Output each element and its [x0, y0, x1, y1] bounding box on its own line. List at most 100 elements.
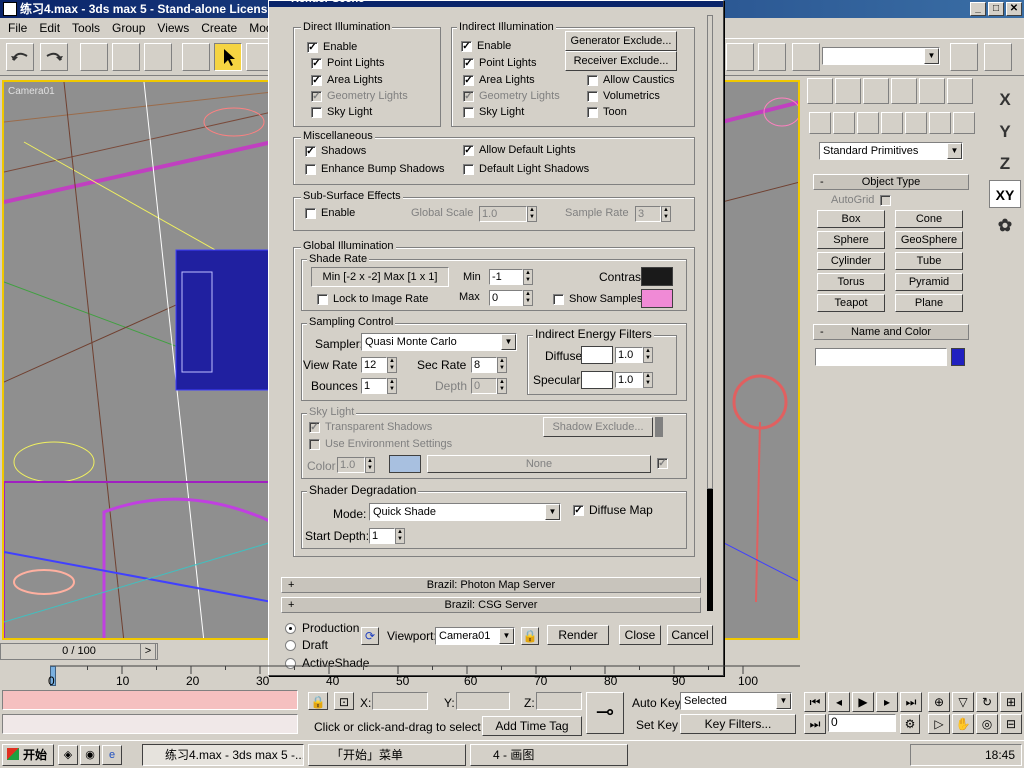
cylinder-button[interactable]: Cylinder	[817, 252, 885, 270]
name-color-rollout[interactable]: - Name and Color	[813, 324, 969, 340]
shadows-checkbox[interactable]: ✓ Shadows	[305, 145, 366, 157]
axis-z-button[interactable]: Z	[989, 150, 1021, 178]
z-coord-field[interactable]	[536, 692, 582, 710]
indirect-area-lights-checkbox[interactable]: ✓ Area Lights	[463, 74, 535, 86]
geometry-icon[interactable]	[809, 112, 831, 134]
render-button[interactable]: Render	[547, 625, 609, 645]
menu-edit[interactable]: Edit	[33, 18, 66, 38]
menu-group[interactable]: Group	[106, 18, 151, 38]
samples-color-swatch[interactable]	[641, 289, 673, 308]
mode-dropdown[interactable]: Quick Shade ▼	[369, 503, 561, 521]
teapot-button[interactable]: Teapot	[817, 294, 885, 312]
close-button[interactable]: ✕	[1006, 2, 1022, 16]
max-spinner[interactable]: 0 ▲ ▼	[489, 290, 533, 306]
named-selection-dropdown[interactable]: ▼	[822, 47, 940, 65]
global-scale-spinner[interactable]: 1.0 ▲ ▼	[479, 206, 537, 222]
material-editor-icon[interactable]	[758, 43, 786, 71]
category-dropdown[interactable]: Standard Primitives ▼	[819, 142, 963, 160]
absolute-mode-icon[interactable]: ⊡	[334, 692, 354, 710]
orbit-icon[interactable]: ↻	[976, 692, 998, 712]
toon-checkbox[interactable]: Toon	[587, 106, 627, 118]
start-button[interactable]: 开始	[2, 744, 54, 766]
sphere-button[interactable]: Sphere	[817, 231, 885, 249]
play-icon[interactable]: ▶	[852, 692, 874, 712]
task-start-menu[interactable]: 「开始」菜单	[308, 744, 466, 766]
next-key-icon[interactable]: ▸	[876, 692, 898, 712]
motion-tab-icon[interactable]	[891, 78, 917, 104]
view-rate-spinner[interactable]: 12 ▲ ▼	[361, 357, 397, 373]
spacewarps-icon[interactable]	[929, 112, 951, 134]
sampler-dropdown[interactable]: Quasi Monte Carlo ▼	[361, 333, 517, 351]
prev-frame-icon[interactable]: ◂	[828, 692, 850, 712]
sky-map-checkbox[interactable]: ✓	[657, 458, 673, 469]
task-3dsmax[interactable]: 练习4.max - 3ds max 5 -...	[142, 744, 304, 766]
csg-server-rollout[interactable]: + Brazil: CSG Server	[281, 597, 701, 613]
draft-radio[interactable]: Draft	[285, 638, 328, 652]
array-icon[interactable]	[984, 43, 1012, 71]
create-tab-icon[interactable]	[807, 78, 833, 104]
axis-x-button[interactable]: X	[989, 86, 1021, 114]
bounces-spinner[interactable]: 1 ▲ ▼	[361, 378, 397, 394]
go-to-start-icon[interactable]: ⏮	[804, 692, 826, 712]
select-object-icon[interactable]	[214, 43, 242, 71]
allow-caustics-checkbox[interactable]: Allow Caustics	[587, 74, 675, 86]
indirect-geometry-lights-checkbox[interactable]: ✓ Geometry Lights	[463, 90, 560, 102]
unlink-icon[interactable]	[112, 43, 140, 71]
indirect-point-lights-checkbox[interactable]: ✓ Point Lights	[463, 57, 536, 69]
indirect-sky-light-checkbox[interactable]: Sky Light	[463, 106, 524, 118]
close-dialog-button[interactable]: Close	[619, 625, 661, 645]
x-coord-field[interactable]	[372, 692, 428, 710]
receiver-exclude-button[interactable]: Receiver Exclude...	[565, 51, 677, 71]
redo-icon[interactable]	[40, 43, 68, 71]
min-spinner[interactable]: -1 ▲ ▼	[489, 269, 533, 285]
allow-default-lights-checkbox[interactable]: ✓ Allow Default Lights	[463, 144, 576, 156]
pyramid-button[interactable]: Pyramid	[895, 273, 963, 291]
photon-map-rollout[interactable]: + Brazil: Photon Map Server	[281, 577, 701, 593]
select-link-icon[interactable]	[80, 43, 108, 71]
axis-xy-button[interactable]: XY	[989, 180, 1021, 208]
y-coord-field[interactable]	[456, 692, 510, 710]
snap-icon[interactable]: ✿	[989, 212, 1021, 240]
undo-icon[interactable]	[6, 43, 34, 71]
utilities-tab-icon[interactable]	[947, 78, 973, 104]
direct-sky-light-checkbox[interactable]: Sky Light	[311, 106, 372, 118]
axis-y-button[interactable]: Y	[989, 118, 1021, 146]
bind-spacewarp-icon[interactable]	[144, 43, 172, 71]
geosphere-button[interactable]: GeoSphere	[895, 231, 963, 249]
mirror-icon[interactable]	[950, 43, 978, 71]
timeline-ruler[interactable]: 0 10 20 30 40 50 60 70 80 90 100	[0, 662, 800, 688]
plane-button[interactable]: Plane	[895, 294, 963, 312]
dialog-scroll-thumb[interactable]	[707, 15, 713, 489]
pan-icon[interactable]: ✋	[952, 714, 974, 734]
render-type-icon[interactable]: ⟳	[361, 627, 379, 645]
diffuse-spinner[interactable]: 1.0 ▲ ▼	[615, 347, 653, 363]
direct-geometry-lights-checkbox[interactable]: ✓ Geometry Lights	[311, 90, 408, 102]
sky-map-button[interactable]: None	[427, 455, 651, 473]
torus-button[interactable]: Torus	[817, 273, 885, 291]
volumetrics-checkbox[interactable]: Volumetrics	[587, 90, 660, 102]
next-frame-icon[interactable]: >	[140, 643, 156, 660]
camera-viewport[interactable]: Camera01	[2, 80, 270, 640]
object-color-swatch[interactable]	[951, 348, 965, 366]
menu-create[interactable]: Create	[195, 18, 243, 38]
internet-explorer-icon[interactable]: e	[102, 745, 122, 765]
set-key-icon[interactable]: ⊸	[586, 692, 624, 734]
menu-tools[interactable]: Tools	[66, 18, 106, 38]
modify-tab-icon[interactable]	[835, 78, 861, 104]
direct-area-lights-checkbox[interactable]: ✓ Area Lights	[311, 74, 383, 86]
box-button[interactable]: Box	[817, 210, 885, 228]
cameras-icon[interactable]	[881, 112, 903, 134]
maximize-viewport-icon[interactable]: ⊞	[1000, 692, 1022, 712]
shapes-icon[interactable]	[833, 112, 855, 134]
hierarchy-tab-icon[interactable]	[863, 78, 889, 104]
use-environment-checkbox[interactable]: Use Environment Settings	[309, 438, 452, 450]
add-time-tag-button[interactable]: Add Time Tag	[482, 716, 582, 736]
dolly-icon[interactable]: ▷	[928, 714, 950, 734]
default-light-shadows-checkbox[interactable]: Default Light Shadows	[463, 163, 589, 175]
cancel-button[interactable]: Cancel	[667, 625, 713, 645]
time-slider[interactable]: 0 / 100	[0, 643, 158, 660]
autogrid-checkbox[interactable]: AutoGrid	[831, 194, 896, 206]
auto-key-button[interactable]: Auto Key	[632, 696, 681, 710]
lock-image-rate-checkbox[interactable]: Lock to Image Rate	[317, 293, 428, 305]
object-type-rollout[interactable]: - Object Type	[813, 174, 969, 190]
